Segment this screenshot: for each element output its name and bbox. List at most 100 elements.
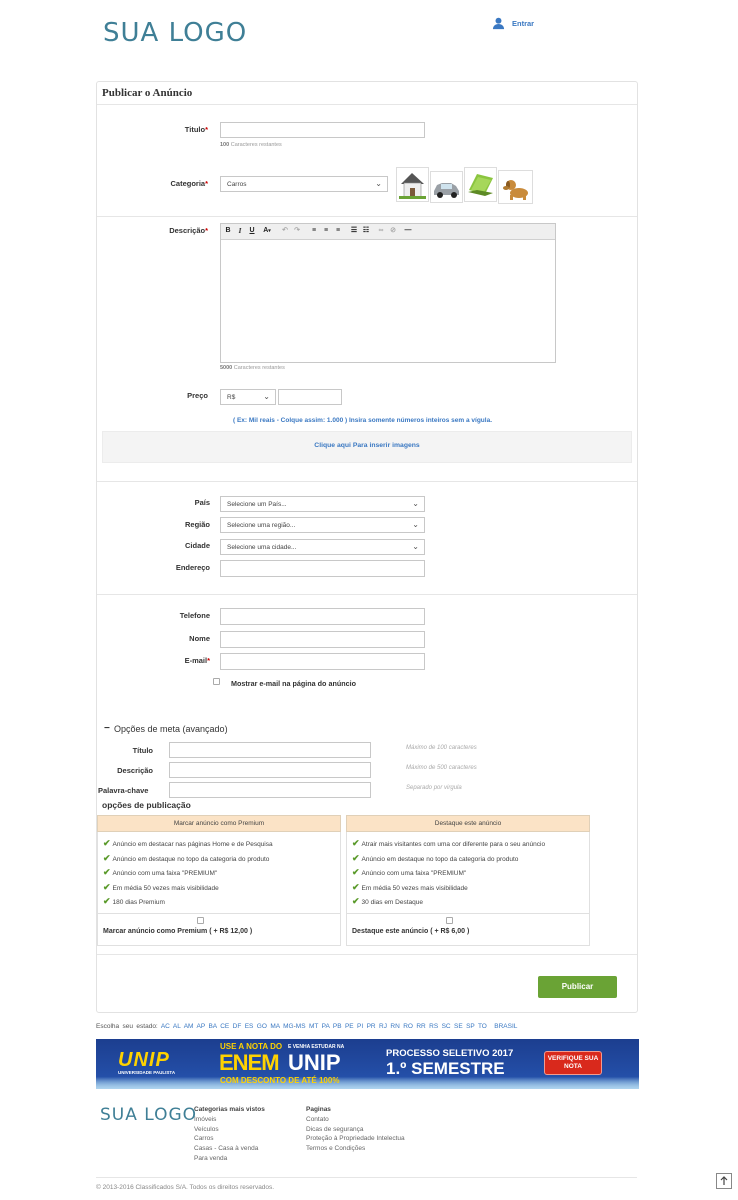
category-thumb-laptop[interactable] bbox=[464, 167, 497, 202]
state-link-ap[interactable]: AP bbox=[197, 1023, 206, 1030]
email-input[interactable] bbox=[220, 653, 425, 670]
footer-link[interactable]: Termos e Condições bbox=[306, 1144, 405, 1154]
footer-link[interactable]: Casas - Casa à venda bbox=[194, 1144, 265, 1154]
state-link-pb[interactable]: PB bbox=[333, 1023, 342, 1030]
footer-logo[interactable]: SUA LOGO bbox=[100, 1105, 197, 1125]
endereco-input[interactable] bbox=[220, 560, 425, 577]
nome-input[interactable] bbox=[220, 631, 425, 648]
state-link-brasil[interactable]: BRASIL bbox=[494, 1023, 517, 1030]
login-label: Entrar bbox=[512, 19, 535, 28]
bold-button[interactable]: B bbox=[223, 225, 233, 237]
list-item: ✔ Anúncio em destaque no topo da categori… bbox=[352, 852, 519, 863]
divider bbox=[96, 1177, 637, 1178]
state-link-pi[interactable]: PI bbox=[357, 1023, 363, 1030]
meta-descricao-input[interactable] bbox=[169, 762, 371, 778]
state-link-am[interactable]: AM bbox=[184, 1023, 194, 1030]
footer-link[interactable]: Contato bbox=[306, 1115, 405, 1125]
check-icon: ✔ bbox=[103, 852, 111, 863]
publication-title: opções de publicação bbox=[102, 800, 191, 810]
category-thumb-car[interactable] bbox=[430, 171, 463, 203]
state-link-ba[interactable]: BA bbox=[208, 1023, 216, 1030]
footer-link[interactable]: Carros bbox=[194, 1134, 265, 1144]
check-icon: ✔ bbox=[352, 838, 360, 848]
divider bbox=[97, 481, 637, 482]
numbered-list-icon[interactable]: ☷ bbox=[361, 225, 371, 237]
footer-link[interactable]: Dicas de segurança bbox=[306, 1125, 405, 1135]
state-link-ce[interactable]: CE bbox=[220, 1023, 229, 1030]
check-icon: ✔ bbox=[352, 852, 360, 863]
redo-icon[interactable]: ↷ bbox=[292, 225, 302, 237]
state-link-ms[interactable]: MS bbox=[296, 1023, 306, 1030]
footer-link[interactable]: Proteção à Propriedade Intelectua bbox=[306, 1134, 405, 1144]
horizontal-rule-icon[interactable]: ― bbox=[401, 225, 415, 237]
state-link-ma[interactable]: MA bbox=[270, 1023, 279, 1030]
state-link-go[interactable]: GO bbox=[257, 1023, 267, 1030]
state-link-pa[interactable]: PA bbox=[322, 1023, 330, 1030]
meta-title[interactable]: Opções de meta (avançado) bbox=[114, 724, 228, 734]
category-thumb-house[interactable] bbox=[396, 167, 429, 202]
chevron-down-icon: ⌄ bbox=[375, 179, 382, 188]
state-link-df[interactable]: DF bbox=[233, 1023, 242, 1030]
dog-icon bbox=[503, 180, 528, 200]
state-link-al[interactable]: AL bbox=[173, 1023, 181, 1030]
laptop-icon bbox=[468, 174, 493, 196]
category-thumb-dog[interactable] bbox=[498, 170, 533, 204]
undo-icon[interactable]: ↶ bbox=[280, 225, 290, 237]
banner-unip: UNIP bbox=[288, 1050, 341, 1075]
link-icon[interactable]: ∞ bbox=[376, 225, 386, 237]
titulo-char-count: 100 Caracteres restantes bbox=[220, 142, 282, 148]
align-center-icon[interactable]: ≡ bbox=[321, 225, 331, 237]
pais-select[interactable]: Selecione um País... ⌄ bbox=[220, 496, 425, 512]
state-link-rn[interactable]: RN bbox=[390, 1023, 399, 1030]
titulo-label: Titulo* bbox=[184, 125, 208, 134]
currency-select[interactable]: R$ ⌄ bbox=[220, 389, 276, 405]
state-link-sc[interactable]: SC bbox=[442, 1023, 451, 1030]
italic-button[interactable]: I bbox=[235, 225, 245, 237]
state-link-se[interactable]: SE bbox=[454, 1023, 463, 1030]
price-input[interactable] bbox=[278, 389, 342, 405]
state-link-ro[interactable]: RO bbox=[403, 1023, 413, 1030]
premium-checkbox[interactable] bbox=[197, 917, 204, 924]
align-right-icon[interactable]: ≡ bbox=[333, 225, 343, 237]
state-link-mg[interactable]: MG bbox=[283, 1023, 293, 1030]
state-link-ac[interactable]: AC bbox=[161, 1023, 170, 1030]
publish-button[interactable]: Publicar bbox=[538, 976, 617, 998]
preco-label: Preço bbox=[187, 391, 208, 400]
divider bbox=[97, 954, 637, 955]
login-link[interactable]: Entrar bbox=[492, 17, 534, 30]
state-link-pe[interactable]: PE bbox=[345, 1023, 354, 1030]
state-link-es[interactable]: ES bbox=[245, 1023, 254, 1030]
underline-button[interactable]: U bbox=[247, 225, 257, 237]
meta-titulo-input[interactable] bbox=[169, 742, 371, 758]
telefone-input[interactable] bbox=[220, 608, 425, 625]
meta-palavra-input[interactable] bbox=[169, 782, 371, 798]
site-logo[interactable]: SUA LOGO bbox=[103, 18, 247, 48]
align-left-icon[interactable]: ≡ bbox=[309, 225, 319, 237]
cidade-select[interactable]: Selecione uma cidade... ⌄ bbox=[220, 539, 425, 555]
state-link-pr[interactable]: PR bbox=[367, 1023, 376, 1030]
state-link-sp[interactable]: SP bbox=[466, 1023, 475, 1030]
regiao-select[interactable]: Selecione uma região... ⌄ bbox=[220, 517, 425, 533]
footer-link[interactable]: Veículos bbox=[194, 1125, 265, 1135]
destaque-header-label: Destaque este anúncio bbox=[434, 820, 502, 827]
state-link-rs[interactable]: RS bbox=[429, 1023, 438, 1030]
footer-link[interactable]: Para venda bbox=[194, 1154, 265, 1164]
state-link-rj[interactable]: RJ bbox=[379, 1023, 387, 1030]
bullet-list-icon[interactable]: ☰ bbox=[349, 225, 359, 237]
font-color-button[interactable]: A▾ bbox=[259, 225, 275, 237]
state-link-to[interactable]: TO bbox=[478, 1023, 487, 1030]
insert-images-link[interactable]: Clique aqui Para inserir imagens bbox=[102, 442, 632, 449]
back-to-top-button[interactable] bbox=[716, 1173, 732, 1189]
state-link-mt[interactable]: MT bbox=[309, 1023, 318, 1030]
footer-link[interactable]: Imóveis bbox=[194, 1115, 265, 1125]
banner-brand: UNIP bbox=[118, 1049, 170, 1071]
unlink-icon[interactable]: ⊘ bbox=[388, 225, 398, 237]
state-link-rr[interactable]: RR bbox=[416, 1023, 425, 1030]
show-email-checkbox[interactable] bbox=[213, 678, 220, 685]
banner-wave bbox=[96, 1077, 639, 1089]
categoria-select[interactable]: Carros ⌄ bbox=[220, 176, 388, 192]
meta-toggle-icon[interactable]: − bbox=[104, 723, 110, 734]
titulo-input[interactable] bbox=[220, 122, 425, 138]
destaque-checkbox[interactable] bbox=[446, 917, 453, 924]
ad-banner[interactable]: UNIP UNIVERSIDADE PAULISTA USE A NOTA DO… bbox=[96, 1039, 639, 1089]
